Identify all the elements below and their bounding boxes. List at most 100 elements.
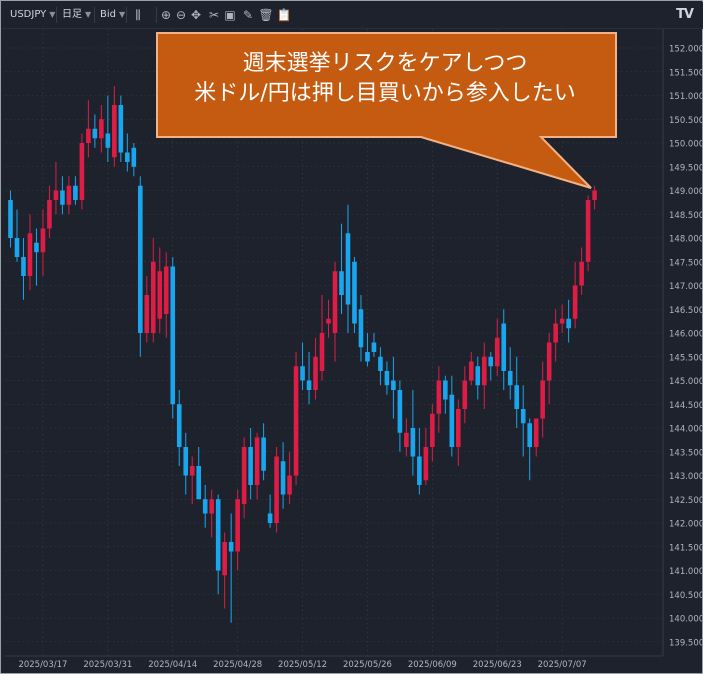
candle-body	[553, 323, 558, 343]
x-tick-label: 2025/07/07	[538, 660, 587, 670]
candle-body	[313, 356, 318, 390]
y-tick-label: 149.000	[669, 187, 702, 197]
y-tick-label: 144.500	[669, 401, 702, 411]
candle-body	[585, 200, 591, 262]
candle-body	[520, 409, 526, 424]
x-tick-label: 2025/06/23	[473, 660, 522, 670]
y-tick-label: 141.000	[669, 567, 702, 577]
price-axis: 139.500 140.000 140.500 141.000 141.500 142.0…	[662, 29, 702, 656]
candle-body	[79, 143, 85, 200]
y-tick-label: 140.500	[669, 591, 702, 601]
candle-body	[475, 366, 481, 386]
candle-body	[66, 185, 72, 205]
candle-body	[47, 200, 52, 229]
candle-body	[436, 380, 442, 414]
candle-body	[131, 147, 137, 167]
x-tick-label: 2025/05/26	[343, 660, 392, 670]
candle-body	[163, 266, 169, 314]
candle-body	[40, 228, 46, 253]
callout-line-2: 米ドル/円は押し目買いから参入したい	[194, 81, 576, 106]
candle-body	[391, 380, 396, 390]
y-tick-label: 148.500	[669, 211, 702, 221]
candle-body	[430, 413, 435, 447]
candle-body	[157, 271, 163, 319]
candle-body	[99, 119, 104, 139]
candle-body	[150, 261, 156, 333]
candle-body	[384, 371, 390, 386]
candle-body	[345, 233, 351, 305]
candle-body	[358, 309, 364, 348]
y-tick-label: 147.500	[669, 258, 702, 268]
candle-body	[274, 456, 279, 523]
candle-body	[60, 190, 65, 205]
candle-body	[189, 466, 195, 476]
candle-body	[228, 542, 234, 552]
candle-body	[222, 542, 227, 576]
candle-body	[514, 385, 520, 409]
candle-body	[196, 466, 202, 500]
candle-body	[112, 105, 117, 158]
candle-body	[559, 318, 565, 324]
x-tick-label: 2025/05/12	[278, 660, 327, 670]
candle-body	[241, 447, 247, 504]
candle-body	[209, 499, 214, 514]
candle-body	[540, 380, 545, 419]
y-tick-label: 146.500	[669, 306, 702, 316]
candle-body	[326, 318, 331, 324]
candle-body	[118, 105, 124, 153]
x-tick-label: 2025/06/09	[408, 660, 457, 670]
candle-body	[410, 428, 416, 457]
candle-body	[462, 380, 468, 409]
y-tick-label: 143.000	[669, 472, 702, 482]
y-tick-label: 145.000	[669, 377, 702, 387]
candle-body	[533, 418, 539, 447]
candle-body	[319, 333, 325, 371]
candle-body	[21, 257, 26, 276]
chart-window: USDJPY ▼ 日足 ▼ Bid ▼ ⫼ ⊕ ⊖ ✥ ✂ ▣ ✎ 🗑 📋 TV 13…	[0, 0, 703, 674]
candle-body	[404, 432, 409, 447]
x-tick-label: 2025/04/14	[148, 660, 197, 670]
candle-body	[300, 366, 305, 381]
candle-body	[261, 437, 266, 471]
candle-body	[339, 271, 344, 295]
candle-body	[468, 361, 474, 381]
y-tick-label: 144.000	[669, 425, 702, 435]
candle-body	[397, 390, 403, 433]
y-tick-label: 151.000	[669, 92, 702, 102]
candle-body	[34, 242, 39, 253]
candle-body	[138, 185, 143, 333]
candle-body	[53, 190, 59, 200]
y-tick-label: 151.500	[669, 68, 702, 78]
candle-body	[352, 261, 357, 324]
candle-body	[86, 128, 91, 143]
candle-body	[176, 404, 182, 447]
y-tick-label: 140.000	[669, 615, 702, 625]
y-tick-label: 139.500	[669, 638, 702, 648]
candle-body	[170, 266, 176, 405]
candle-body	[105, 133, 111, 148]
y-tick-label: 143.500	[669, 448, 702, 458]
candle-body	[501, 323, 507, 371]
candle-body	[378, 356, 383, 371]
candle-body	[494, 337, 500, 367]
y-tick-label: 149.500	[669, 163, 702, 173]
candle-body	[566, 318, 571, 329]
candle-body	[254, 437, 260, 485]
candle-body	[14, 238, 20, 257]
candle-body	[488, 356, 494, 367]
callout-text: 週末選挙リスクをケアしつつ 米ドル/円は押し目買いから参入したい	[161, 49, 609, 109]
candle-body	[572, 285, 578, 319]
candle-body	[579, 261, 584, 286]
candle-body	[202, 499, 208, 514]
y-tick-label: 145.500	[669, 353, 702, 363]
candle-body	[27, 233, 33, 276]
y-tick-label: 150.500	[669, 116, 702, 126]
candle-body	[527, 423, 532, 447]
candle-body	[125, 152, 130, 162]
candle-body	[371, 342, 377, 352]
candle-body	[443, 380, 448, 400]
candle-body	[417, 456, 422, 485]
candle-body	[215, 499, 221, 571]
y-tick-label: 142.000	[669, 520, 702, 530]
candle-body	[144, 295, 150, 333]
